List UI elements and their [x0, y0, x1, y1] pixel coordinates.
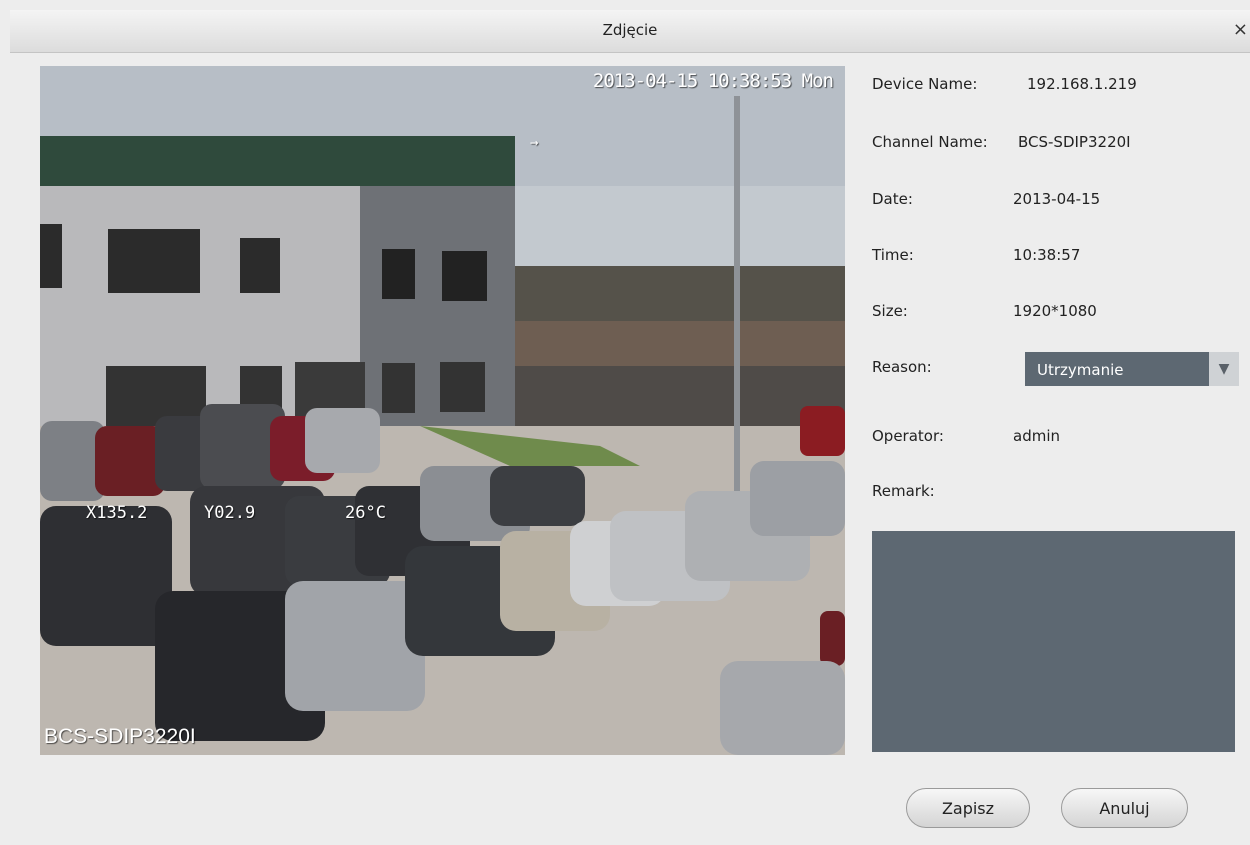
close-icon[interactable]: ×	[1233, 19, 1248, 40]
operator-label: Operator:	[872, 427, 944, 445]
date-value: 2013-04-15	[1013, 190, 1101, 208]
channel-name-label: Channel Name:	[872, 133, 988, 151]
chevron-down-icon[interactable]: ▼	[1209, 352, 1239, 386]
save-button[interactable]: Zapisz	[906, 788, 1030, 828]
osd-timestamp: 2013-04-15 10:38:53 Mon	[592, 70, 834, 92]
channel-name-value: BCS-SDIP3220I	[1018, 133, 1131, 151]
osd-stat-1: X135.2	[86, 503, 148, 523]
time-label: Time:	[872, 246, 914, 264]
snapshot-image: 2013-04-15 10:38:53 Mon → X135.2 Y02.9 2…	[40, 66, 845, 755]
reason-label: Reason:	[872, 358, 932, 376]
osd-stat-2: Y02.9	[204, 503, 256, 523]
title-bar: Zdjęcie ×	[10, 10, 1250, 53]
device-name-value: 192.168.1.219	[1027, 75, 1137, 93]
window-title: Zdjęcie	[602, 21, 658, 39]
remark-textarea[interactable]	[872, 531, 1235, 752]
date-label: Date:	[872, 190, 913, 208]
cancel-button[interactable]: Anuluj	[1061, 788, 1188, 828]
osd-stat-3: 26°C	[345, 503, 386, 523]
osd-channel-name: BCS-SDIP3220I	[44, 725, 196, 748]
device-name-label: Device Name:	[872, 75, 978, 93]
operator-value: admin	[1013, 427, 1060, 445]
reason-selected-value: Utrzymanie	[1037, 361, 1124, 379]
osd-arrow-icon: →	[530, 135, 539, 151]
remark-label: Remark:	[872, 482, 935, 500]
time-value: 10:38:57	[1013, 246, 1081, 264]
size-label: Size:	[872, 302, 908, 320]
snapshot-scene	[40, 66, 845, 755]
size-value: 1920*1080	[1013, 302, 1097, 320]
reason-dropdown[interactable]: Utrzymanie ▼	[1025, 352, 1239, 386]
